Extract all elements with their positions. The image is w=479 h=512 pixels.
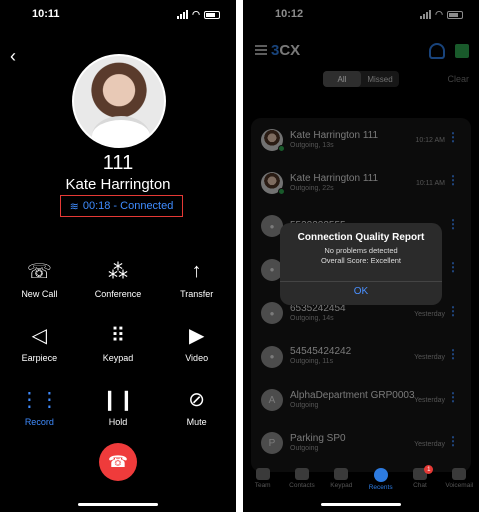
mic-off-icon: ⊘ — [188, 388, 206, 411]
control-label: Hold — [108, 417, 128, 427]
dialog-title: Connection Quality Report — [297, 232, 425, 243]
dialog-ok-button[interactable]: OK — [280, 286, 442, 297]
control-new-call-button[interactable]: ☏ New Call — [0, 258, 79, 304]
contacts-icon — [294, 468, 309, 480]
team-icon — [255, 468, 270, 480]
home-indicator — [78, 503, 158, 506]
keypad-icon: ⠿ — [110, 324, 126, 347]
control-label: Video — [185, 353, 209, 363]
control-keypad-button[interactable]: ⠿ Keypad — [79, 322, 158, 368]
control-hold-button[interactable]: ❙❙ Hold — [79, 386, 158, 432]
control-label: Conference — [94, 289, 142, 299]
tab-label: Chat — [413, 482, 427, 489]
tab-label: Team — [254, 482, 271, 489]
control-label: Record — [24, 417, 54, 427]
unread-badge: 1 — [424, 465, 434, 474]
control-label: Earpiece — [21, 353, 58, 363]
control-video-button[interactable]: ▶ Video — [157, 322, 236, 368]
connection-quality-dialog: Connection Quality Report No problems de… — [280, 223, 442, 305]
add-person-icon: ☏ — [26, 260, 52, 283]
tab-keypad[interactable]: Keypad — [322, 468, 361, 500]
recents-icon — [373, 468, 388, 482]
dialog-line-1: No problems detected — [324, 246, 398, 255]
tab-bar: Team Contacts Keypad Recents Chat 1 Voicemail — [243, 465, 479, 500]
contact-name: Kate Harrington — [65, 176, 171, 193]
back-chevron-icon[interactable]: ‹ — [10, 46, 16, 67]
call-status: ≋ 00:18 - Connected — [60, 195, 183, 217]
status-bar: 10:11 ◠ — [0, 0, 236, 30]
group-icon: ⁂ — [107, 260, 128, 283]
home-indicator — [321, 503, 401, 506]
tab-chat[interactable]: Chat 1 — [400, 465, 439, 500]
tab-label: Voicemail — [445, 482, 474, 489]
pause-icon: ❙❙ — [101, 388, 135, 411]
tab-label: Contacts — [289, 482, 315, 489]
speaker-icon: ◁ — [31, 324, 48, 347]
hangup-button[interactable]: ☎ — [99, 443, 137, 481]
status-time: 10:11 — [32, 8, 60, 20]
dialog-line-2: Overall Score: Excellent — [320, 256, 402, 265]
control-label: Mute — [186, 417, 207, 427]
transfer-icon: ↑ — [191, 259, 202, 282]
wifi-icon: ≋ — [69, 200, 79, 213]
phone-hangup-icon: ☎ — [108, 454, 128, 471]
call-screen: 10:11 ◠ ‹ 111 Kate Harrington ≋ 00:18 - … — [0, 0, 236, 512]
extension-number: 111 — [102, 152, 134, 174]
contact-avatar — [72, 54, 166, 148]
tab-voicemail[interactable]: Voicemail — [440, 468, 479, 500]
call-status-text: 00:18 - Connected — [82, 200, 174, 212]
tab-recents[interactable]: Recents — [361, 468, 400, 500]
recents-screen: 10:12 ◠ 3CX All Missed Clear Kate Harrin… — [243, 0, 479, 512]
battery-icon — [204, 10, 220, 19]
tab-label: Recents — [368, 484, 393, 491]
waveform-icon: ⋮⋮ — [19, 388, 60, 411]
tab-label: Keypad — [330, 482, 353, 489]
control-transfer-button[interactable]: ↑ Transfer — [157, 258, 236, 304]
signal-icon — [177, 10, 189, 19]
control-label: Keypad — [102, 353, 134, 363]
control-record-button[interactable]: ⋮⋮ Record — [0, 386, 79, 432]
control-label: Transfer — [180, 289, 214, 299]
control-mute-button[interactable]: ⊘ Mute — [157, 386, 236, 432]
wifi-icon: ◠ — [192, 9, 200, 19]
status-icons: ◠ — [177, 9, 220, 20]
control-conference-button[interactable]: ⁂ Conference — [79, 258, 158, 304]
control-earpiece-button[interactable]: ◁ Earpiece — [0, 322, 79, 368]
video-icon: ▶ — [188, 324, 205, 347]
keypad-icon — [334, 468, 349, 480]
control-label: New Call — [21, 289, 58, 299]
tab-team[interactable]: Team — [243, 468, 282, 500]
tab-contacts[interactable]: Contacts — [282, 468, 321, 500]
call-controls: ☏ New Call ⁂ Conference ↑ Transfer ◁ Earpiece ⠿ K… — [0, 258, 236, 432]
voicemail-icon — [452, 468, 467, 480]
dialog-divider — [280, 281, 442, 282]
